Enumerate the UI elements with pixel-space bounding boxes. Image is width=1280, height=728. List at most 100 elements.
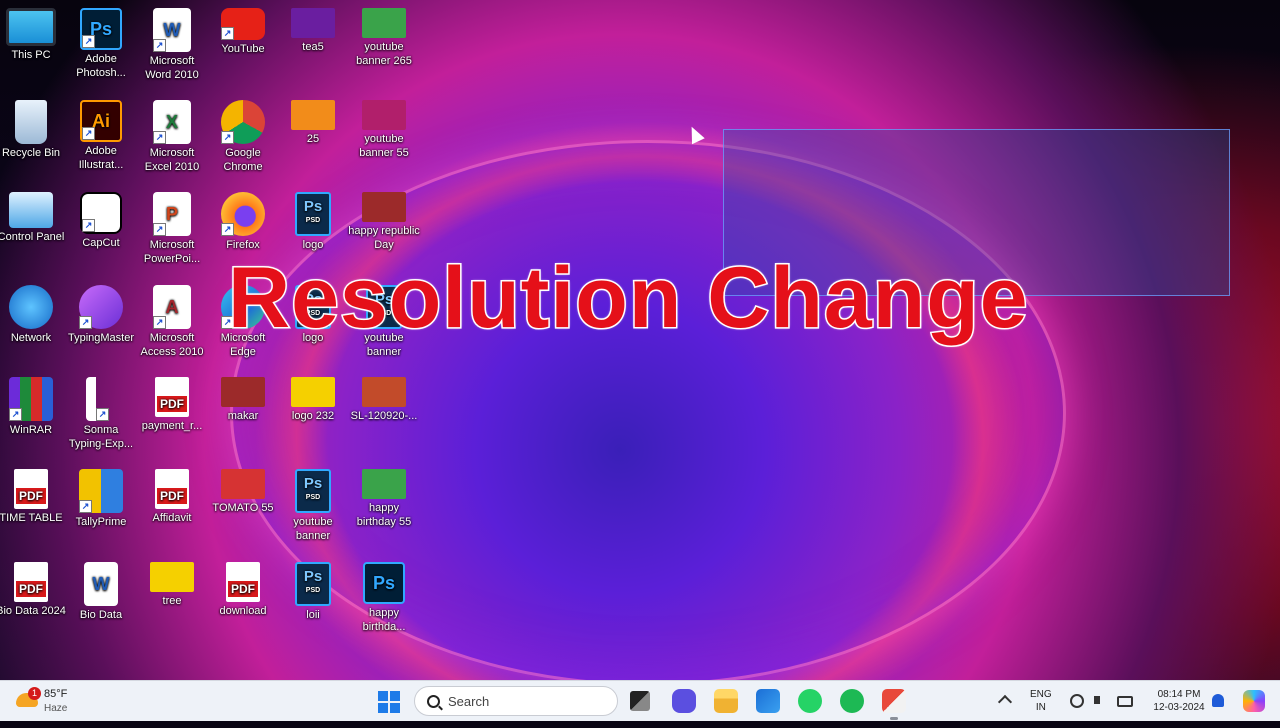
image-icon: [291, 100, 335, 130]
shortcut-arrow-icon: ↗: [221, 131, 234, 144]
pdf-icon: PDF: [14, 469, 48, 509]
shortcut-arrow-icon: ↗: [9, 408, 22, 421]
desktop-icon[interactable]: ↗ CapCut: [65, 192, 137, 250]
desktop-icon[interactable]: ↗ Google Chrome: [207, 100, 279, 174]
shortcut-arrow-icon: ↗: [221, 27, 234, 40]
show-hidden-icons-chevron-icon[interactable]: [997, 694, 1013, 710]
teams-chat-icon[interactable]: [672, 689, 696, 713]
spotify-icon[interactable]: [840, 689, 864, 713]
weather-condition: Haze: [44, 703, 68, 714]
desktop-icon[interactable]: youtube banner 55: [348, 100, 420, 160]
desktop-icon-label: happy birthda...: [362, 607, 406, 633]
taskbar-search-box[interactable]: Search: [414, 686, 618, 716]
shortcut-arrow-icon: ↗: [79, 500, 92, 513]
desktop-icon[interactable]: X ↗ Microsoft Excel 2010: [136, 100, 208, 174]
desktop-icon[interactable]: happy republic Day: [348, 192, 420, 252]
desktop-icon[interactable]: ↗ YouTube: [207, 8, 279, 56]
desktop-icon-label: Bio Data 2024: [0, 605, 66, 617]
desktop-icon-label: Adobe Illustrat...: [78, 145, 124, 171]
typing-icon: ↗: [79, 285, 123, 329]
desktop-icon[interactable]: Ps PSD loii: [277, 562, 349, 622]
copilot-icon[interactable]: [1243, 690, 1265, 712]
desktop-icon[interactable]: PDF TIME TABLE: [0, 469, 67, 525]
shortcut-arrow-icon: ↗: [153, 131, 166, 144]
whatsapp-icon[interactable]: [798, 689, 822, 713]
desktop-icon[interactable]: W Bio Data: [65, 562, 137, 622]
desktop-icon[interactable]: Recycle Bin: [0, 100, 67, 160]
start-button-windows-icon[interactable]: [378, 691, 400, 713]
taskbar: 1 85°F Haze Search ENG IN 08:14 PM 12-03…: [0, 680, 1280, 721]
desktop-icon-label: Sonma Typing-Exp...: [68, 424, 134, 450]
desktop-icon[interactable]: Ps ↗ Adobe Photosh...: [65, 8, 137, 80]
file-explorer-icon[interactable]: [714, 689, 738, 713]
desktop-icon[interactable]: A ↗ Microsoft Access 2010: [136, 285, 208, 359]
desktop-icon-label: TypingMaster: [67, 332, 135, 344]
excel-icon: X ↗: [153, 100, 191, 144]
desktop-icon-label: Control Panel: [0, 231, 65, 243]
desktop-icon-label: youtube banner 55: [359, 133, 409, 159]
snipping-tool-icon[interactable]: [882, 689, 906, 720]
desktop-icon[interactable]: SL-120920-...: [348, 377, 420, 423]
shortcut-arrow-icon: ↗: [153, 39, 166, 52]
desktop-icon[interactable]: 25: [277, 100, 349, 146]
desktop-icon[interactable]: ↗ TypingMaster: [65, 285, 137, 345]
language-indicator[interactable]: ENG IN: [1030, 688, 1052, 728]
desktop-icon-label: Microsoft Excel 2010: [144, 147, 200, 173]
desktop-icon[interactable]: Ps happy birthda...: [348, 562, 420, 634]
desktop-icon[interactable]: PDF Affidavit: [136, 469, 208, 525]
pdf-icon: PDF: [155, 469, 189, 509]
system-clock[interactable]: 08:14 PM 12-03-2024: [1144, 688, 1214, 714]
ps-icon: Ps ↗: [80, 8, 122, 50]
weather-widget[interactable]: 1 85°F Haze: [14, 687, 94, 717]
worddoc-icon: W: [84, 562, 118, 606]
weather-alert-badge: 1: [28, 687, 41, 700]
desktop-icon[interactable]: Ps PSD youtube banner: [277, 469, 349, 543]
desktop-icon[interactable]: Control Panel: [0, 192, 67, 244]
desktop-icon-label: Affidavit: [152, 512, 192, 524]
desktop: This PC Ps ↗ Adobe Photosh... W ↗ Microsoft Wo…: [0, 0, 1280, 680]
network-globe-icon[interactable]: [1070, 694, 1084, 708]
desktop-icon[interactable]: PDF payment_r...: [136, 377, 208, 433]
microsoft-store-icon[interactable]: [756, 689, 780, 713]
desktop-icon-label: Google Chrome: [223, 147, 263, 173]
desktop-icon-label: tree: [162, 595, 182, 607]
search-icon: [427, 695, 440, 708]
weather-temperature: 85°F: [44, 688, 68, 700]
desktop-icon-label: SL-120920-...: [350, 410, 418, 422]
desktop-icon[interactable]: Ai ↗ Adobe Illustrat...: [65, 100, 137, 172]
desktop-icon[interactable]: tea5: [277, 8, 349, 54]
desktop-icon[interactable]: ↗ Firefox: [207, 192, 279, 252]
battery-icon[interactable]: [1117, 696, 1133, 707]
volume-icon[interactable]: [1094, 696, 1100, 704]
desktop-icon[interactable]: tree: [136, 562, 208, 608]
monitor-icon: [6, 8, 56, 46]
desktop-icon[interactable]: TOMATO 55: [207, 469, 279, 515]
pdf-icon: PDF: [226, 562, 260, 602]
notification-bell-icon[interactable]: [1212, 694, 1224, 707]
capcut-icon: ↗: [80, 192, 122, 234]
recycle-icon: [15, 100, 47, 144]
clock-time: 08:14 PM: [1157, 689, 1201, 700]
desktop-icon[interactable]: happy birthday 55: [348, 469, 420, 529]
image-icon: [362, 8, 406, 38]
desktop-icon[interactable]: Network: [0, 285, 67, 345]
desktop-icon-label: logo 232: [291, 410, 335, 422]
desktop-icon[interactable]: W ↗ Microsoft Word 2010: [136, 8, 208, 82]
desktop-icon-label: Network: [10, 332, 52, 344]
language-region: IN: [1035, 702, 1046, 713]
desktop-icon[interactable]: P ↗ Microsoft PowerPoi...: [136, 192, 208, 266]
desktop-icon[interactable]: Ps PSD logo: [277, 192, 349, 252]
desktop-icon[interactable]: ↗ Sonma Typing-Exp...: [65, 377, 137, 451]
desktop-icon[interactable]: ↗ TallyPrime: [65, 469, 137, 529]
task-view-icon[interactable]: [630, 691, 650, 711]
desktop-icon[interactable]: logo 232: [277, 377, 349, 423]
image-icon: [291, 377, 335, 407]
desktop-icon[interactable]: PDF Bio Data 2024: [0, 562, 67, 618]
desktop-icon[interactable]: ↗ WinRAR: [0, 377, 67, 437]
youtube-icon: ↗: [221, 8, 265, 40]
desktop-icon[interactable]: PDF download: [207, 562, 279, 618]
desktop-icon[interactable]: youtube banner 265: [348, 8, 420, 68]
desktop-icon[interactable]: This PC: [0, 8, 67, 62]
desktop-icon[interactable]: makar: [207, 377, 279, 423]
tally-icon: ↗: [79, 469, 123, 513]
